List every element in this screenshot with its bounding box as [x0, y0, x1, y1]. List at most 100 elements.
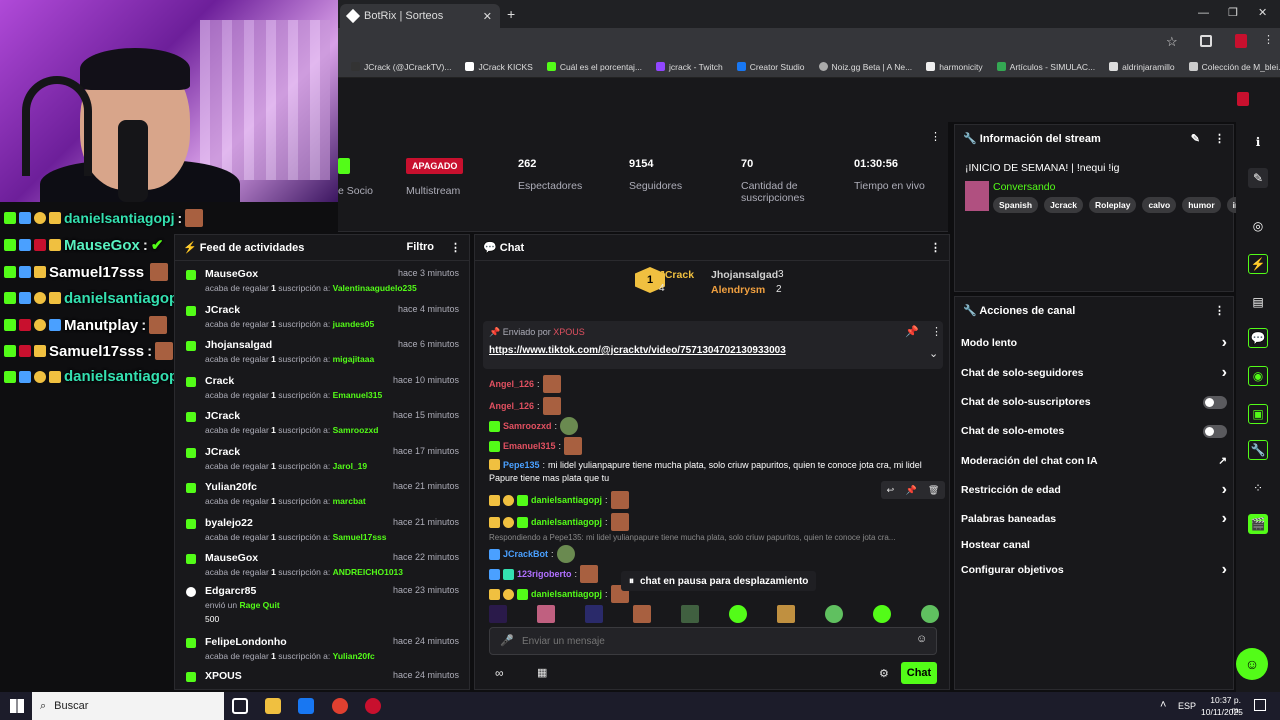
tag[interactable]: Spanish [993, 197, 1039, 213]
chevron-down-icon[interactable]: ⌄ [929, 347, 938, 360]
chevron-right-icon[interactable]: › [1222, 510, 1227, 528]
emote[interactable] [729, 605, 747, 623]
edit-pencil-icon[interactable]: ✎ [1191, 132, 1200, 145]
emoji-icon[interactable]: ☺ [916, 633, 927, 645]
bookmark[interactable]: Cuál es el porcentaj... [546, 62, 642, 72]
chat-menu-icon[interactable]: ⋮ [930, 241, 941, 254]
feed-filter-button[interactable]: Filtro [407, 241, 435, 254]
chat-paused-banner[interactable]: ⏸ chat en pausa para desplazamiento [621, 571, 817, 591]
language-indicator[interactable]: ESP [1178, 701, 1196, 711]
feed-username[interactable]: XPOUS [205, 670, 242, 682]
bookmark[interactable]: jcrack - Twitch [656, 62, 723, 72]
channel-actions-menu-icon[interactable]: ⋮ [1214, 304, 1225, 317]
chevron-right-icon[interactable]: › [1222, 561, 1227, 579]
outlook-icon[interactable] [298, 698, 314, 714]
new-tab-button[interactable]: + [507, 6, 515, 22]
emote[interactable] [921, 605, 939, 623]
chevron-right-icon[interactable]: › [1222, 481, 1227, 499]
infinity-icon[interactable]: ∞ [495, 666, 504, 680]
windows-start-icon[interactable] [10, 699, 24, 713]
bookmark[interactable]: Noiz.gg Beta | A Ne... [818, 62, 912, 72]
bookmark-star-icon[interactable]: ☆ [1166, 34, 1178, 50]
delete-icon[interactable]: 🗑 [928, 485, 939, 496]
pinned-link[interactable]: https://www.tiktok.com/@jcracktv/video/7… [489, 345, 786, 356]
bookmark[interactable]: Artículos - SIMULAC... [996, 62, 1095, 72]
pin-message-icon[interactable]: 📌 [905, 485, 916, 496]
extension-kick-icon[interactable] [1235, 34, 1247, 48]
emote[interactable] [681, 605, 699, 623]
dots-icon[interactable]: ⁘ [1248, 478, 1268, 498]
pinned-menu-icon[interactable]: ⋮ [931, 325, 942, 338]
bookmark[interactable]: Creator Studio [736, 62, 805, 72]
tag[interactable]: calvo [1142, 197, 1177, 213]
broadcast-icon[interactable]: ◉ [1248, 366, 1268, 386]
feed-username[interactable]: JCrack [205, 446, 240, 458]
feed-username[interactable]: JCrack [205, 410, 240, 422]
channel-action-hostear-canal[interactable]: Hostear canal [961, 535, 1227, 555]
minimize-button[interactable]: — [1198, 7, 1209, 19]
microphone-icon[interactable]: 🎤 [500, 634, 514, 647]
channel-action-chat-de-solo-seguidores[interactable]: Chat de solo-seguidores › [961, 363, 1227, 383]
file-explorer-icon[interactable] [265, 698, 281, 714]
feed-menu-icon[interactable]: ⋮ [450, 241, 461, 254]
tray-chevron-icon[interactable]: ˄ [1160, 699, 1166, 711]
emote[interactable] [585, 605, 603, 623]
feed-username[interactable]: Crack [205, 375, 234, 387]
menu-kebab-icon[interactable]: ⋮ [1263, 33, 1274, 46]
channel-action-palabras-baneadas[interactable]: Palabras baneadas › [961, 509, 1227, 529]
bookmark[interactable]: JCrack (@JCrackTV)... [350, 62, 451, 72]
bookmark[interactable]: Colección de M_blei... [1188, 62, 1280, 72]
emote[interactable] [777, 605, 795, 623]
channel-action-moderaci-n-del-chat-con-ia[interactable]: Moderación del chat con IA ↗ [961, 451, 1227, 471]
feed-username[interactable]: FelipeLondonho [205, 636, 287, 648]
bookmark[interactable]: aldrinjaramillo [1109, 62, 1175, 72]
category-name[interactable]: Conversando [993, 181, 1055, 193]
emote[interactable] [825, 605, 843, 623]
clapper-icon[interactable]: 🎬 [1248, 514, 1268, 534]
emote[interactable] [873, 605, 891, 623]
tag[interactable]: Jcrack [1044, 197, 1084, 213]
chart-icon[interactable]: ↗ [1218, 455, 1227, 467]
feed-username[interactable]: MauseGox [205, 268, 258, 280]
chat-icon[interactable]: 💬 [1248, 328, 1268, 348]
reply-icon[interactable]: ↩ [887, 485, 895, 496]
feed-username[interactable]: Yulian20fc [205, 481, 257, 493]
category-thumbnail[interactable] [965, 181, 989, 211]
chat-input[interactable] [522, 633, 902, 649]
feed-username[interactable]: Jhojansalgad [205, 339, 272, 351]
toggle-switch[interactable] [1203, 424, 1227, 438]
browser-tab[interactable]: BotRix | Sorteos ✕ [340, 4, 500, 28]
tag[interactable]: Roleplay [1089, 197, 1137, 213]
kick-logo-icon[interactable] [1237, 92, 1249, 106]
extensions-icon[interactable] [1200, 35, 1212, 47]
taskbar-search[interactable]: ⌕ Buscar [32, 692, 224, 720]
clipboard-icon[interactable]: ▤ [1248, 292, 1268, 312]
feed-username[interactable]: byalejo22 [205, 517, 253, 529]
notifications-icon[interactable] [1254, 699, 1266, 711]
target-icon[interactable]: ◎ [1248, 216, 1268, 236]
stats-menu-icon[interactable]: ⋮ [930, 130, 941, 143]
restore-button[interactable]: ❐ [1228, 6, 1238, 19]
wrench-icon[interactable]: 🔧 [1248, 440, 1268, 460]
chevron-right-icon[interactable]: › [1222, 364, 1227, 382]
toggle-switch[interactable] [1203, 395, 1227, 409]
clock-date[interactable]: 10/11/2025 [1201, 707, 1243, 717]
layout-icon[interactable]: ▣ [1248, 404, 1268, 424]
channel-action-configurar-objetivos[interactable]: Configurar objetivos › [961, 560, 1227, 580]
emote[interactable] [633, 605, 651, 623]
chevron-right-icon[interactable]: › [1222, 334, 1227, 352]
feed-username[interactable]: Edgarcr85 [205, 585, 256, 597]
emote[interactable] [537, 605, 555, 623]
send-chat-button[interactable]: Chat [901, 662, 937, 684]
obs-icon[interactable] [365, 698, 381, 714]
task-view-icon[interactable] [232, 698, 248, 714]
emote[interactable] [489, 605, 507, 623]
bookmark[interactable]: JCrack KICKS [465, 62, 533, 72]
unpin-icon[interactable]: 📌 [905, 325, 919, 338]
chrome-icon[interactable] [332, 698, 348, 714]
channel-action-modo-lento[interactable]: Modo lento › [961, 333, 1227, 353]
edit-icon[interactable]: ✎ [1248, 168, 1268, 188]
feed-username[interactable]: JCrack [205, 304, 240, 316]
tag[interactable]: humor [1182, 197, 1221, 213]
channel-action-chat-de-solo-emotes[interactable]: Chat de solo-emotes [961, 421, 1227, 441]
